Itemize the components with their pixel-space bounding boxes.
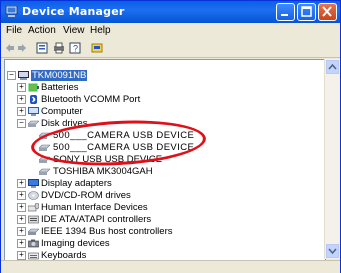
expand-toggle[interactable]: + [17, 83, 26, 92]
computer-icon [28, 107, 39, 116]
camera-icon [28, 239, 39, 248]
menu-file[interactable]: File [6, 25, 22, 36]
tree-root[interactable]: − TKM0091NB [7, 70, 127, 81]
expand-toggle[interactable]: + [17, 179, 26, 188]
scan-hardware-icon[interactable] [91, 42, 103, 54]
menu-action[interactable]: Action [28, 25, 56, 36]
computer-icon [18, 71, 29, 80]
tree-item-label: Computer [41, 106, 83, 117]
tree-item[interactable]: TOSHIBA MK3004GAH [7, 166, 227, 177]
print-icon[interactable] [53, 42, 65, 54]
expand-toggle[interactable]: + [17, 95, 26, 104]
tree-item[interactable]: + Human Interface Devices [7, 202, 207, 213]
tree-item-label: Human Interface Devices [41, 202, 148, 213]
display-icon [28, 179, 39, 188]
tree-item[interactable]: + DVD/CD-ROM drives [7, 190, 207, 201]
tree-item-label: DVD/CD-ROM drives [41, 190, 131, 201]
hid-icon [28, 203, 39, 212]
expand-toggle[interactable]: + [17, 239, 26, 248]
tree-item-label: IEEE 1394 Bus host controllers [41, 226, 173, 237]
ieee1394-icon [28, 228, 39, 235]
keyboard-icon [28, 252, 39, 260]
minimize-button[interactable] [276, 3, 295, 21]
bluetooth-icon [30, 95, 37, 104]
scroll-up-button[interactable] [326, 60, 339, 74]
back-arrow-icon[interactable] [4, 42, 16, 54]
disk-icon [28, 120, 39, 127]
maximize-button[interactable] [297, 3, 316, 21]
tree-item-label: Imaging devices [41, 238, 110, 249]
collapse-toggle[interactable]: − [7, 71, 16, 80]
battery-icon [28, 83, 39, 92]
menu-help[interactable]: Help [90, 25, 111, 36]
menu-view[interactable]: View [63, 25, 85, 36]
tree-root-label: TKM0091NB [31, 70, 88, 81]
tree-item-label: Batteries [41, 82, 79, 93]
expand-toggle[interactable]: + [17, 227, 26, 236]
tree-item[interactable]: + Display adapters [7, 178, 207, 189]
title-bar[interactable]: Device Manager [1, 1, 340, 23]
forward-arrow-icon[interactable] [16, 42, 28, 54]
tree-item[interactable]: + IDE ATA/ATAPI controllers [7, 214, 207, 225]
tree-item-label: IDE ATA/ATAPI controllers [41, 214, 152, 225]
properties-icon[interactable] [36, 42, 48, 54]
tree-item-label: TOSHIBA MK3004GAH [53, 166, 153, 177]
scroll-down-button[interactable] [326, 244, 339, 258]
svg-text:?: ? [73, 44, 78, 54]
tree-item[interactable]: + Bluetooth VCOMM Port [7, 94, 207, 105]
status-bar [1, 260, 340, 273]
tree-item[interactable]: + IEEE 1394 Bus host controllers [7, 226, 207, 237]
window-title: Device Manager [22, 5, 125, 18]
tree-item-label: Bluetooth VCOMM Port [41, 94, 141, 105]
device-manager-window: Device Manager File Action View Help ? −… [0, 0, 341, 273]
tree-item-label: Display adapters [41, 178, 112, 189]
dvd-icon [28, 191, 39, 200]
expand-toggle[interactable]: + [17, 107, 26, 116]
ide-icon [28, 215, 39, 224]
help-icon[interactable]: ? [69, 42, 81, 54]
close-button[interactable] [318, 3, 337, 21]
expand-toggle[interactable]: + [17, 191, 26, 200]
tree-item[interactable]: + Imaging devices [7, 238, 207, 249]
tree-item[interactable]: + Computer [7, 106, 207, 117]
computer-icon [5, 6, 18, 17]
toolbar: ? [1, 39, 340, 58]
menu-bar: File Action View Help [1, 23, 340, 39]
tree-item[interactable]: + Batteries [7, 82, 207, 93]
disk-icon [39, 168, 50, 175]
collapse-toggle[interactable]: − [17, 119, 26, 128]
vertical-scrollbar[interactable] [324, 59, 340, 259]
expand-toggle[interactable]: + [17, 215, 26, 224]
expand-toggle[interactable]: + [17, 203, 26, 212]
expand-toggle[interactable]: + [17, 251, 26, 260]
